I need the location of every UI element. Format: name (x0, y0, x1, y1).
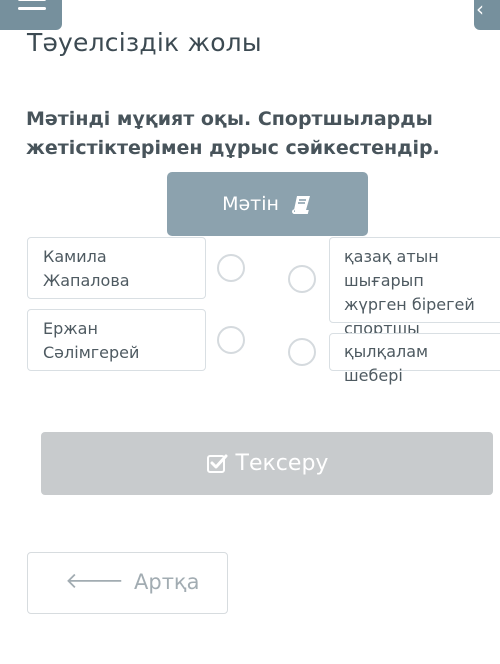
match-right-label: қазақ атын шығарып жүрген бірегей спортш… (344, 247, 475, 338)
menu-icon (18, 0, 46, 1)
match-left-item[interactable]: Камила Жапалова (27, 237, 206, 299)
corner-button[interactable]: ‹ (474, 0, 500, 30)
match-right-item[interactable]: қазақ атын шығарып жүрген бірегей спортш… (329, 237, 500, 338)
arrow-left-icon: 🡐 (65, 569, 124, 594)
left-connector-dot[interactable] (217, 254, 245, 282)
chevron-icon: ‹ (476, 0, 484, 21)
left-connector-dot[interactable] (217, 326, 245, 354)
text-button[interactable]: Мәтін (167, 172, 368, 236)
match-left-label: Камила Жапалова (43, 247, 130, 290)
check-button-label: Тексеру (235, 451, 329, 476)
check-square-icon (206, 454, 228, 473)
match-right-item[interactable]: қылқалам шебері (329, 333, 500, 385)
back-button[interactable]: 🡐 Артқа (27, 552, 228, 614)
check-button[interactable]: Тексеру (41, 432, 493, 495)
match-left-item[interactable]: Ержан Сәлімгерей (27, 309, 206, 371)
menu-icon-bar (18, 7, 46, 10)
task-instruction: Мәтінді мұқият оқы. Спортшыларды жетісті… (26, 108, 440, 159)
right-connector-dot[interactable] (288, 338, 316, 366)
match-left-label: Ержан Сәлімгерей (43, 319, 140, 362)
text-button-label: Мәтін (222, 193, 279, 215)
menu-button[interactable] (0, 0, 62, 30)
book-icon (291, 196, 310, 214)
page-title: Тәуелсіздік жолы (27, 28, 262, 57)
back-button-label: Артқа (134, 570, 200, 594)
match-right-label: қылқалам шебері (344, 342, 429, 385)
right-connector-dot[interactable] (288, 265, 316, 293)
